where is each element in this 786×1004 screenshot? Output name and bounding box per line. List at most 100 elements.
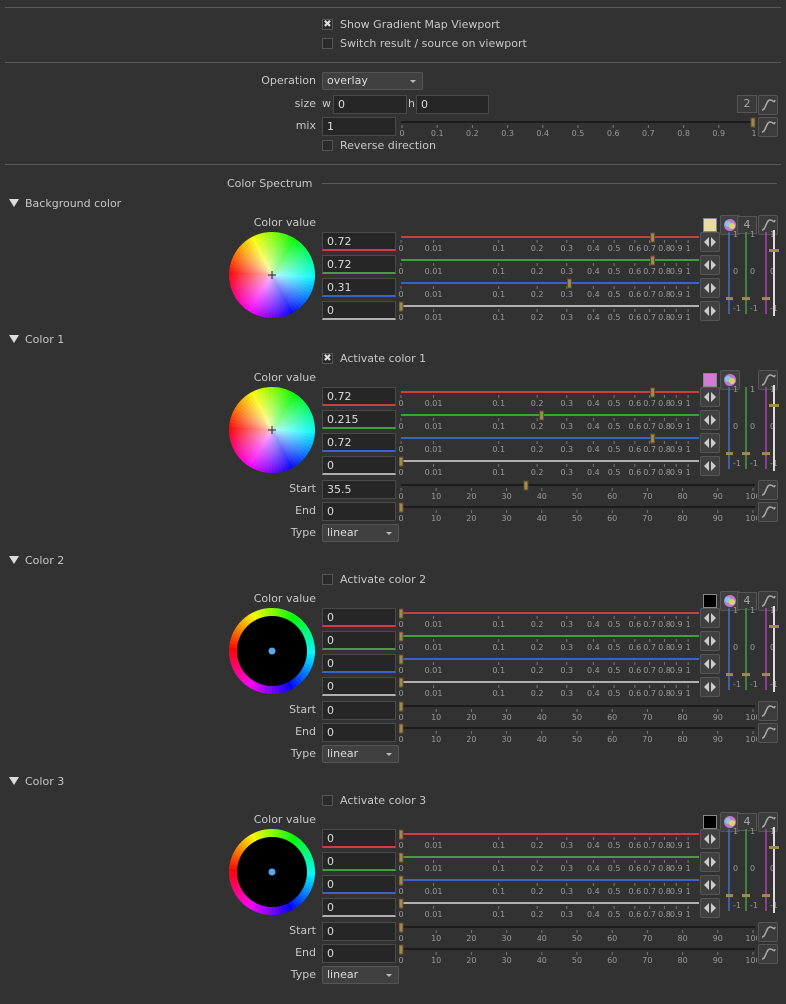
channel-0-slider-tick-label: 0.2 [531,841,544,849]
channel-3-slider-handle [398,898,404,909]
channel-bar-tick: 0 [733,864,739,873]
end-slider-svg[interactable]: 0 10 20 30 40 50 60 70 80 90 100 [398,944,761,965]
channel-bar-tick: 0 [750,864,756,873]
channel-3-slider-tick-label: 0.3 [560,910,573,918]
channel-3-arrow-button[interactable] [700,898,720,918]
channel-3-slider-tick-label: 1 [686,910,691,918]
start-slider-tick-label: 60 [607,934,617,942]
channel-2-slider-tick-label: 0.7 [643,887,656,895]
channel-1-slider-tick-label: 0.1 [492,864,505,872]
end-input[interactable]: 0 [322,944,396,963]
color-wheel-svg[interactable] [227,827,317,917]
start-slider-svg[interactable]: 0 10 20 30 40 50 60 70 80 90 100 [398,922,761,943]
start-slider-tick-label: 100 [745,934,757,942]
type-dropdown[interactable]: linear [322,966,399,984]
channel-0-input[interactable]: 0 [322,829,396,848]
channel-bar-tick: -1 [733,901,741,910]
channel-2-slider-tick-label: 0.01 [425,887,443,895]
curve-icon [761,926,776,938]
activate-checkbox[interactable] [322,795,333,806]
channel-1-slider-tick-label: 0.4 [587,864,600,872]
section-c3: Color 3 Activate color 3 Color value 4 0 0 0.… [0,0,786,1004]
left-right-arrows-icon [704,834,716,844]
channel-1-slider[interactable]: 0 0.01 0.1 0.2 0.3 0.4 0.5 0.6 0.7 0.8 0.9 1 [398,852,701,873]
channel-1-slider-tick-label: 0.3 [560,864,573,872]
collapse-triangle-icon[interactable] [9,777,19,785]
channel-2-slider-tick-label: 1 [686,887,691,895]
start-curve-button[interactable] [758,922,778,942]
channel-3-slider-svg[interactable]: 0 0.01 0.1 0.2 0.3 0.4 0.5 0.6 0.7 0.8 0.9 1 [398,898,701,919]
type-value: linear [327,968,359,981]
end-slider[interactable]: 0 10 20 30 40 50 60 70 80 90 100 [398,944,761,965]
channel-1-input[interactable]: 0 [322,852,396,871]
channel-2-slider[interactable]: 0 0.01 0.1 0.2 0.3 0.4 0.5 0.6 0.7 0.8 0.9 1 [398,875,701,896]
color-wheel[interactable] [227,827,317,917]
alpha-level-bar[interactable] [773,827,775,913]
channel-0-slider-tick-label: 0.3 [560,841,573,849]
channel-1-slider-tick-label: 0.5 [608,864,621,872]
end-slider-tick-label: 0 [399,956,404,964]
color-value-label: Color value [253,813,316,826]
channel-3-slider-tick-label: 0.8 [658,910,671,918]
channel-2-slider-tick-label: 0.4 [587,887,600,895]
channel-3-input[interactable]: 0 [322,898,396,917]
end-slider-tick-label: 80 [678,956,688,964]
channel-0-slider[interactable]: 0 0.01 0.1 0.2 0.3 0.4 0.5 0.6 0.7 0.8 0.9 1 [398,829,701,850]
start-slider-tick-label: 70 [642,934,652,942]
start-slider-tick-label: 30 [502,934,512,942]
channel-2-slider-tick-label: 0.9 [670,887,683,895]
channel-0-slider-tick-label: 1 [686,841,691,849]
end-curve-button[interactable] [758,944,778,964]
channel-0-slider-tick-label: 0.1 [492,841,505,849]
channel-1-slider-tick-label: 0.2 [531,864,544,872]
channel-0-slider-svg[interactable]: 0 0.01 0.1 0.2 0.3 0.4 0.5 0.6 0.7 0.8 0.9 1 [398,829,701,850]
channel-0-slider-handle [398,829,404,840]
end-label: End [295,946,316,959]
end-slider-tick-label: 40 [537,956,547,964]
activate-label: Activate color 3 [340,794,427,807]
curve-icon [761,948,776,960]
channel-1-slider-svg[interactable]: 0 0.01 0.1 0.2 0.3 0.4 0.5 0.6 0.7 0.8 0.9 1 [398,852,701,873]
channel-bar-tick: 1 [733,827,739,836]
channel-0-slider-tick-label: 0 [399,841,404,849]
channel-3-slider[interactable]: 0 0.01 0.1 0.2 0.3 0.4 0.5 0.6 0.7 0.8 0.9 1 [398,898,701,919]
channel-2-slider-tick-label: 0.5 [608,887,621,895]
end-slider-tick-label: 50 [572,956,582,964]
channel-2-input[interactable]: 0 [322,875,396,894]
channel-0-slider-tick-label: 0.4 [587,841,600,849]
left-right-arrows-icon [704,880,716,890]
alpha-level-handle[interactable] [769,845,779,849]
color-swatch[interactable] [703,815,717,829]
channel-3-slider-tick-label: 0.7 [643,910,656,918]
end-slider-tick-label: 20 [466,956,476,964]
channel-3-slider-tick-label: 0.9 [670,910,683,918]
start-slider-tick-label: 10 [431,934,441,942]
end-slider-tick-label: 100 [745,956,757,964]
channel-0-slider-tick-label: 0.5 [608,841,621,849]
channel-1-arrow-button[interactable] [700,852,720,872]
channel-1-slider-tick-label: 0.8 [658,864,671,872]
start-slider-tick-label: 50 [572,934,582,942]
channel-0-slider-tick-label: 0.9 [670,841,683,849]
channel-2-arrow-button[interactable] [700,875,720,895]
end-slider-tick-label: 90 [713,956,723,964]
channel-0-arrow-button[interactable] [700,829,720,849]
channel-3-slider-tick-label: 0.1 [492,910,505,918]
channel-3-slider-tick-label: 0.4 [587,910,600,918]
start-slider[interactable]: 0 10 20 30 40 50 60 70 80 90 100 [398,922,761,943]
channel-3-slider-tick-label: 0.01 [425,910,443,918]
end-slider-tick-label: 10 [431,956,441,964]
channel-2-slider-tick-label: 0.2 [531,887,544,895]
channel-bar-tick: 1 [750,827,756,836]
channel-0-slider-tick-label: 0.7 [643,841,656,849]
channel-1-slider-tick-label: 0.01 [425,864,443,872]
section-title[interactable]: Color 3 [25,775,64,788]
channel-2-slider-svg[interactable]: 0 0.01 0.1 0.2 0.3 0.4 0.5 0.6 0.7 0.8 0.9 1 [398,875,701,896]
channel-3-slider-tick-label: 0.5 [608,910,621,918]
start-slider-tick-label: 0 [399,934,404,942]
channel-0-slider-tick-label: 0.01 [425,841,443,849]
start-input[interactable]: 0 [322,922,396,941]
channel-3-slider-tick-label: 0.2 [531,910,544,918]
end-slider-tick-label: 70 [642,956,652,964]
channel-3-slider-tick-label: 0.6 [628,910,641,918]
